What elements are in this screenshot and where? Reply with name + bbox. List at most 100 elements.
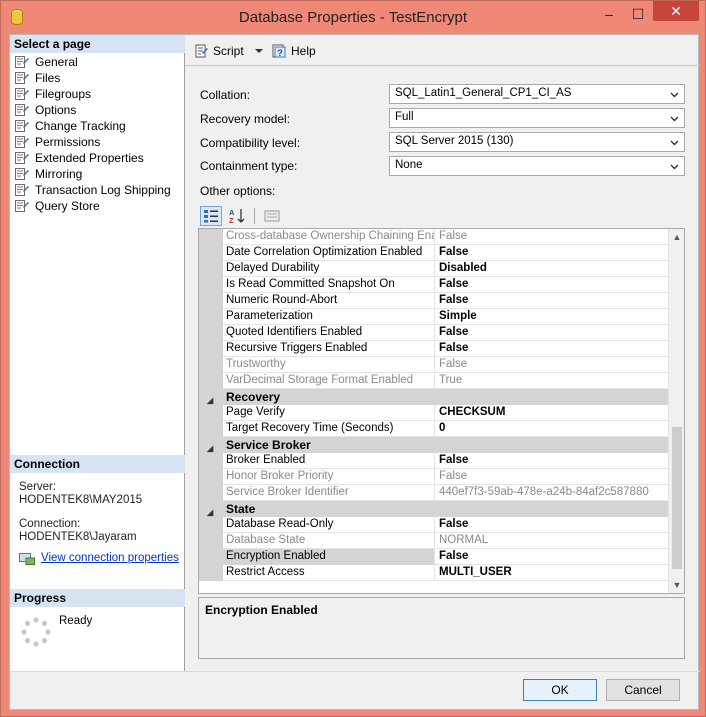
property-value[interactable]: False: [436, 341, 668, 357]
property-row[interactable]: Trustworthy False: [199, 357, 668, 373]
property-name[interactable]: Is Read Committed Snapshot On: [223, 277, 435, 293]
page-item-options[interactable]: Options: [10, 102, 171, 118]
property-pages-button[interactable]: [261, 206, 283, 226]
property-row[interactable]: Delayed Durability Disabled: [199, 261, 668, 277]
property-value[interactable]: Simple: [436, 309, 668, 325]
compatibility-level-select[interactable]: SQL Server 2015 (130): [389, 132, 685, 152]
ok-button[interactable]: OK: [523, 679, 597, 701]
title-bar[interactable]: Database Properties - TestEncrypt – ☐ ✕: [1, 1, 705, 35]
page-item-query-store[interactable]: Query Store: [10, 198, 171, 214]
property-row[interactable]: Recursive Triggers Enabled False: [199, 341, 668, 357]
property-name[interactable]: Numeric Round-Abort: [223, 293, 435, 309]
property-row[interactable]: Database State NORMAL: [199, 533, 668, 549]
page-item-transaction-log-shipping[interactable]: Transaction Log Shipping: [10, 182, 171, 198]
page-item-files[interactable]: Files: [10, 70, 171, 86]
scroll-thumb[interactable]: [672, 427, 682, 569]
property-row[interactable]: Cross-database Ownership Chaining Enable…: [199, 229, 668, 245]
property-row[interactable]: Encryption Enabled False: [199, 549, 668, 565]
property-name[interactable]: Service Broker Identifier: [223, 485, 435, 501]
property-value[interactable]: False: [436, 245, 668, 261]
property-name[interactable]: Restrict Access: [223, 565, 435, 581]
property-value[interactable]: False: [436, 357, 668, 373]
page-item-extended-properties[interactable]: Extended Properties: [10, 150, 171, 166]
property-row[interactable]: Numeric Round-Abort False: [199, 293, 668, 309]
page-item-filegroups[interactable]: Filegroups: [10, 86, 171, 102]
property-row[interactable]: Broker Enabled False: [199, 453, 668, 469]
page-item-permissions[interactable]: Permissions: [10, 134, 171, 150]
page-item-general[interactable]: General: [10, 54, 171, 70]
recovery-model-select[interactable]: Full: [389, 108, 685, 128]
property-name[interactable]: Database Read-Only: [223, 517, 435, 533]
property-row[interactable]: Page Verify CHECKSUM: [199, 405, 668, 421]
page-list: General Files Filegroups Options Change Trac…: [10, 54, 171, 214]
property-value[interactable]: True: [436, 373, 668, 389]
minimize-button[interactable]: –: [595, 3, 623, 25]
property-value[interactable]: False: [436, 517, 668, 533]
property-name[interactable]: Database State: [223, 533, 435, 549]
categorized-button[interactable]: [200, 206, 222, 226]
property-value[interactable]: False: [436, 325, 668, 341]
property-value[interactable]: False: [436, 549, 668, 565]
property-name[interactable]: Cross-database Ownership Chaining Enable…: [223, 229, 435, 245]
page-icon: [15, 104, 29, 116]
view-connection-properties-link[interactable]: View connection properties: [19, 552, 179, 565]
property-value[interactable]: False: [436, 229, 668, 245]
property-name[interactable]: Encryption Enabled: [223, 549, 435, 565]
property-row[interactable]: Honor Broker Priority False: [199, 469, 668, 485]
scroll-up-arrow-icon[interactable]: ▲: [669, 229, 684, 245]
property-value[interactable]: CHECKSUM: [436, 405, 668, 421]
property-value[interactable]: 440ef7f3-59ab-478e-a24b-84af2c587880: [436, 485, 668, 501]
script-button[interactable]: Script: [193, 43, 264, 59]
property-name[interactable]: Page Verify: [223, 405, 435, 421]
property-row[interactable]: Date Correlation Optimization Enabled Fal…: [199, 245, 668, 261]
property-row[interactable]: Database Read-Only False: [199, 517, 668, 533]
property-name[interactable]: Quoted Identifiers Enabled: [223, 325, 435, 341]
property-name[interactable]: Target Recovery Time (Seconds): [223, 421, 435, 437]
maximize-button[interactable]: ☐: [625, 3, 651, 25]
row-gutter: [199, 261, 223, 277]
alphabetical-button[interactable]: A Z: [226, 206, 248, 226]
property-name[interactable]: VarDecimal Storage Format Enabled: [223, 373, 435, 389]
page-item-label: Change Tracking: [35, 119, 126, 133]
chevron-down-icon: [670, 140, 679, 146]
property-row[interactable]: Parameterization Simple: [199, 309, 668, 325]
help-button[interactable]: ? Help: [271, 43, 316, 59]
property-name[interactable]: Recursive Triggers Enabled: [223, 341, 435, 357]
property-name[interactable]: Parameterization: [223, 309, 435, 325]
category-service-broker[interactable]: ◢ Service Broker: [199, 437, 668, 453]
property-name[interactable]: Delayed Durability: [223, 261, 435, 277]
category-recovery[interactable]: ◢ Recovery: [199, 389, 668, 405]
category-state[interactable]: ◢ State: [199, 501, 668, 517]
property-row[interactable]: Target Recovery Time (Seconds) 0: [199, 421, 668, 437]
row-gutter: [199, 565, 223, 581]
property-grid[interactable]: Cross-database Ownership Chaining Enable…: [198, 228, 685, 594]
property-name[interactable]: Honor Broker Priority: [223, 469, 435, 485]
property-row[interactable]: Service Broker Identifier 440ef7f3-59ab-4…: [199, 485, 668, 501]
containment-type-select[interactable]: None: [389, 156, 685, 176]
chevron-down-icon[interactable]: [254, 47, 264, 55]
property-row[interactable]: Quoted Identifiers Enabled False: [199, 325, 668, 341]
page-item-mirroring[interactable]: Mirroring: [10, 166, 171, 182]
property-value[interactable]: False: [436, 277, 668, 293]
property-value[interactable]: False: [436, 469, 668, 485]
property-value[interactable]: NORMAL: [436, 533, 668, 549]
scroll-down-arrow-icon[interactable]: ▼: [669, 577, 684, 593]
close-button[interactable]: ✕: [653, 1, 699, 21]
property-name[interactable]: Date Correlation Optimization Enabled: [223, 245, 435, 261]
property-value[interactable]: False: [436, 453, 668, 469]
property-row[interactable]: Is Read Committed Snapshot On False: [199, 277, 668, 293]
page-item-change-tracking[interactable]: Change Tracking: [10, 118, 171, 134]
row-gutter: [199, 309, 223, 325]
property-value[interactable]: False: [436, 293, 668, 309]
property-grid-scrollbar[interactable]: ▲ ▼: [668, 229, 684, 593]
property-row[interactable]: Restrict Access MULTI_USER: [199, 565, 668, 581]
property-value[interactable]: MULTI_USER: [436, 565, 668, 581]
page-icon: [15, 120, 29, 132]
cancel-button[interactable]: Cancel: [606, 679, 680, 701]
property-name[interactable]: Broker Enabled: [223, 453, 435, 469]
property-row[interactable]: VarDecimal Storage Format Enabled True: [199, 373, 668, 389]
collation-select[interactable]: SQL_Latin1_General_CP1_CI_AS: [389, 84, 685, 104]
property-name[interactable]: Trustworthy: [223, 357, 435, 373]
property-value[interactable]: 0: [436, 421, 668, 437]
property-value[interactable]: Disabled: [436, 261, 668, 277]
